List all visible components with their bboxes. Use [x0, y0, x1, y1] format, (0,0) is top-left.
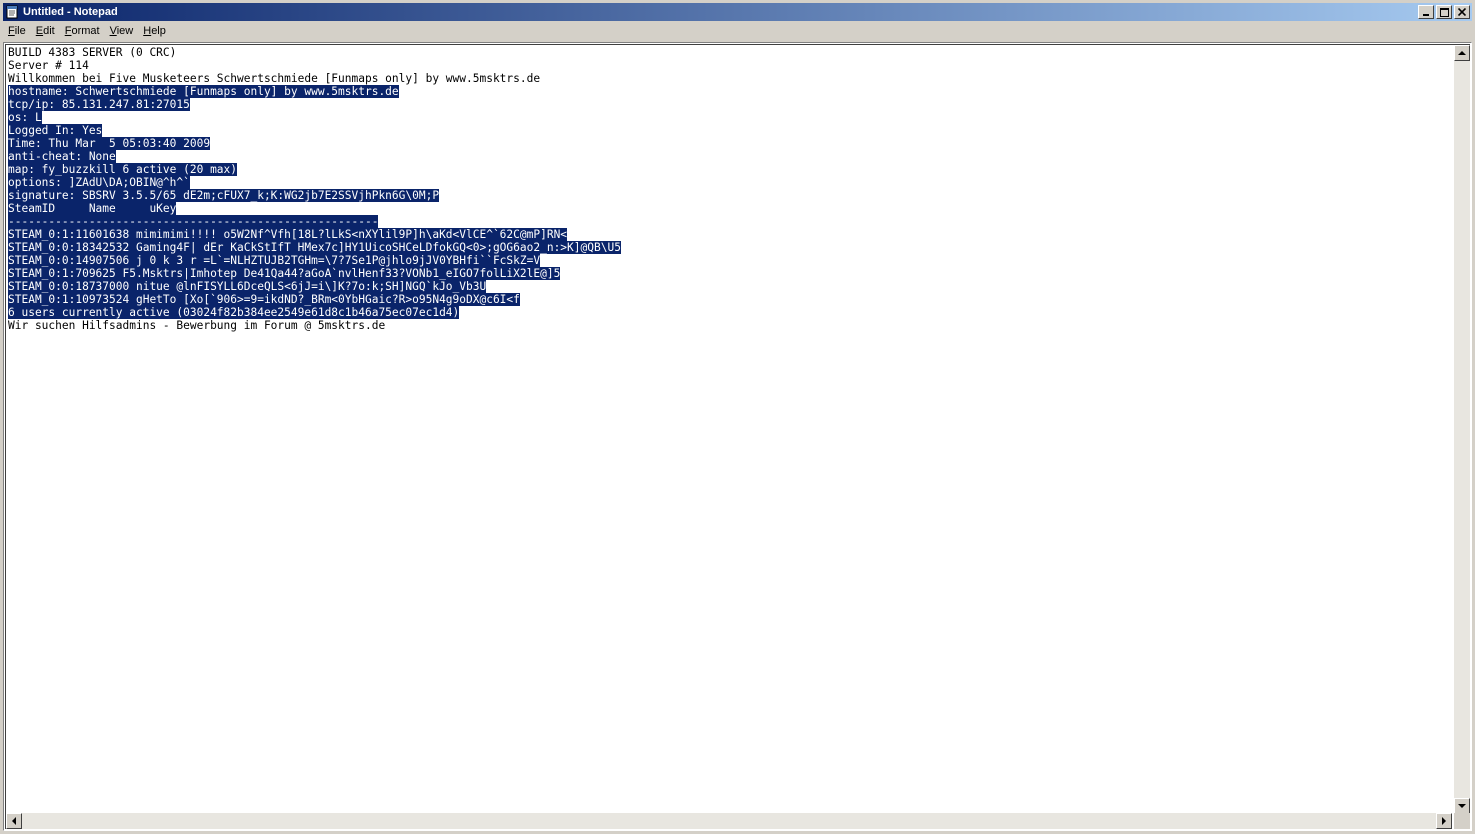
selected-text: STEAM_0:0:18737000 nitue @lnFISYLL6DceQL…: [8, 280, 487, 293]
text-line: Willkommen bei Five Musketeers Schwertsc…: [8, 72, 1450, 85]
maximize-icon: [1439, 7, 1449, 17]
selected-text: Logged In: Yes: [8, 124, 103, 137]
text-line: signature: SBSRV 3.5.5/65 dE2m;cFUX7_k;K…: [8, 189, 1450, 202]
selected-text: anti-cheat: None: [8, 150, 116, 163]
line-text: Server # 114: [8, 59, 89, 72]
text-editor[interactable]: BUILD 4383 SERVER (0 CRC) Server # 114 Wil…: [8, 46, 1450, 813]
text-line: options: ]ZAdU\DA;OBIN@^h^`: [8, 176, 1450, 189]
selected-text: Time: Thu Mar 5 05:03:40 2009: [8, 137, 211, 150]
scroll-left-button[interactable]: [6, 813, 22, 829]
selected-text: hostname: Schwertschmiede [Funmaps only]…: [8, 85, 399, 98]
selected-text: STEAM_0:1:709625 F5.Msktrs|Imhotep De41Q…: [8, 267, 561, 280]
text-line: map: fy_buzzkill 6 active (20 max): [8, 163, 1450, 176]
selected-text: 6 users currently active (03024f82b384ee…: [8, 306, 460, 319]
menu-view[interactable]: View: [105, 22, 139, 41]
selected-text: options: ]ZAdU\DA;OBIN@^h^`: [8, 176, 190, 189]
selected-text: ----------------------------------------…: [8, 215, 379, 228]
minimize-button[interactable]: [1418, 5, 1434, 19]
scrollbar-corner: [1454, 813, 1470, 829]
selected-text: STEAM_0:1:11601638 mimimimi!!!! o5W2Nf^V…: [8, 228, 568, 241]
notepad-icon: [5, 5, 19, 19]
selected-text: signature: SBSRV 3.5.5/65 dE2m;cFUX7_k;K…: [8, 189, 440, 202]
menu-edit[interactable]: Edit: [31, 22, 60, 41]
text-line: Server # 114: [8, 59, 1450, 72]
text-line: 6 users currently active (03024f82b384ee…: [8, 306, 1450, 319]
text-line: STEAM_0:1:709625 F5.Msktrs|Imhotep De41Q…: [8, 267, 1450, 280]
arrow-right-icon: [1442, 817, 1446, 825]
text-line: hostname: Schwertschmiede [Funmaps only]…: [8, 85, 1450, 98]
text-line: Time: Thu Mar 5 05:03:40 2009: [8, 137, 1450, 150]
menu-bar: File Edit Format View Help: [3, 22, 1472, 41]
text-line: anti-cheat: None: [8, 150, 1450, 163]
selected-text: STEAM_0:0:14907506 j 0 k 3 r =L`=NLHZTUJ…: [8, 254, 541, 267]
text-line: os: L: [8, 111, 1450, 124]
selected-text: tcp/ip: 85.131.247.81:27015: [8, 98, 190, 111]
scroll-right-button[interactable]: [1436, 813, 1452, 829]
selected-text: STEAM_0:1:10973524 gHetTo [Xo[`906>=9=ik…: [8, 293, 520, 306]
text-line: STEAM_0:0:14907506 j 0 k 3 r =L`=NLHZTUJ…: [8, 254, 1450, 267]
arrow-up-icon: [1458, 51, 1466, 55]
text-line: ----------------------------------------…: [8, 215, 1450, 228]
text-line: STEAM_0:1:10973524 gHetTo [Xo[`906>=9=ik…: [8, 293, 1450, 306]
text-line: SteamID Name uKey: [8, 202, 1450, 215]
arrow-left-icon: [12, 817, 16, 825]
close-button[interactable]: [1454, 5, 1470, 19]
text-line: BUILD 4383 SERVER (0 CRC): [8, 46, 1450, 59]
notepad-window: Untitled - Notepad File Edit Format View…: [0, 0, 1475, 834]
horizontal-scrollbar[interactable]: [6, 813, 1452, 829]
menu-file[interactable]: File: [3, 22, 31, 41]
text-line: STEAM_0:1:11601638 mimimimi!!!! o5W2Nf^V…: [8, 228, 1450, 241]
line-text: Wir suchen Hilfsadmins - Bewerbung im Fo…: [8, 319, 386, 332]
minimize-icon: [1423, 14, 1429, 16]
text-line: STEAM_0:0:18737000 nitue @lnFISYLL6DceQL…: [8, 280, 1450, 293]
selected-text: os: L: [8, 111, 42, 124]
scroll-down-button[interactable]: [1454, 798, 1470, 814]
maximize-button[interactable]: [1436, 5, 1452, 19]
menu-format[interactable]: Format: [60, 22, 105, 41]
title-bar[interactable]: Untitled - Notepad: [3, 3, 1472, 21]
line-text: Willkommen bei Five Musketeers Schwertsc…: [8, 72, 541, 85]
menu-help[interactable]: Help: [138, 22, 171, 41]
window-title: Untitled - Notepad: [23, 6, 118, 18]
scroll-up-button[interactable]: [1454, 45, 1470, 61]
vertical-scrollbar[interactable]: [1454, 45, 1470, 814]
text-line: STEAM_0:0:18342532 Gaming4F| dEr KaCkStI…: [8, 241, 1450, 254]
text-line: tcp/ip: 85.131.247.81:27015: [8, 98, 1450, 111]
selected-text: map: fy_buzzkill 6 active (20 max): [8, 163, 238, 176]
editor-frame: BUILD 4383 SERVER (0 CRC) Server # 114 Wil…: [3, 42, 1472, 831]
selected-text: STEAM_0:0:18342532 Gaming4F| dEr KaCkStI…: [8, 241, 621, 254]
line-text: BUILD 4383 SERVER (0 CRC): [8, 46, 177, 59]
text-line: Wir suchen Hilfsadmins - Bewerbung im Fo…: [8, 319, 1450, 332]
close-icon: [1458, 8, 1466, 16]
arrow-down-icon: [1458, 804, 1466, 808]
selected-text: SteamID Name uKey: [8, 202, 177, 215]
text-line: Logged In: Yes: [8, 124, 1450, 137]
